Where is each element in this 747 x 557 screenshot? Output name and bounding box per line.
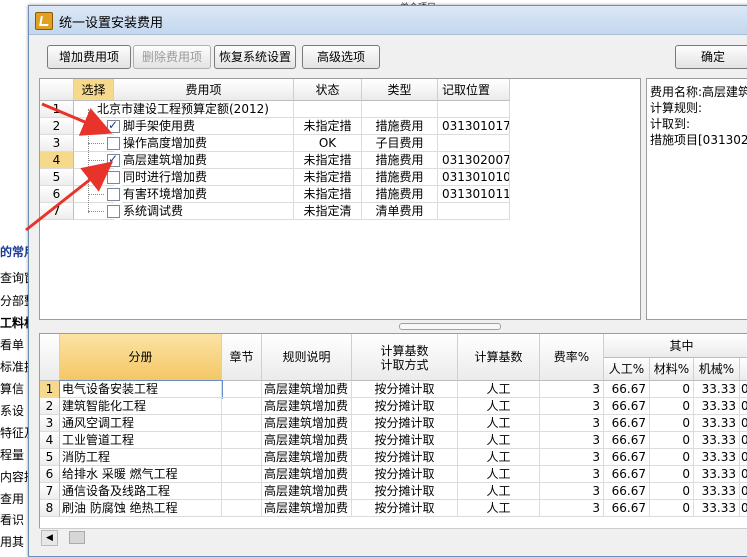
annotation-arrows: [25, 102, 114, 232]
annotation-arrow-1: [41, 102, 113, 136]
annotation-arrow-2: [25, 161, 114, 232]
